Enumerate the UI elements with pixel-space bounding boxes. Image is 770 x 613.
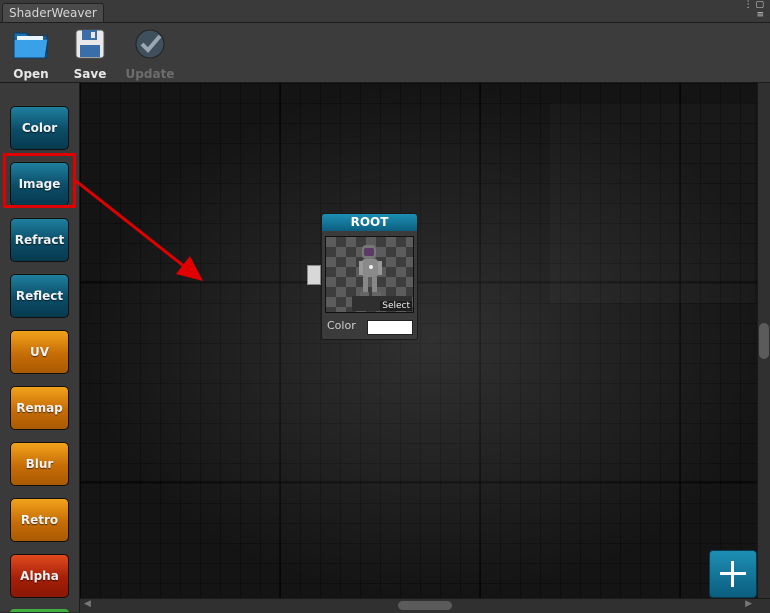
root-node[interactable]: ROOT Select Color <box>321 213 418 340</box>
update-label: Update <box>125 67 175 81</box>
reflect-node-button[interactable]: Reflect <box>10 274 69 318</box>
alpha-node-button[interactable]: Alpha <box>10 554 69 598</box>
window-controls[interactable]: ⋮ ▢ ≡ <box>744 0 764 20</box>
checkmark-icon <box>135 29 165 59</box>
maximize-icon[interactable]: ▢ <box>755 0 764 10</box>
vertical-scrollbar[interactable] <box>757 83 770 598</box>
toolbar: Open Save Update <box>0 23 770 83</box>
uv-node-button[interactable]: UV <box>10 330 69 374</box>
remap-node-button[interactable]: Remap <box>10 386 69 430</box>
blur-node-button[interactable]: Blur <box>10 442 69 486</box>
canvas-overlay-panel <box>550 103 755 303</box>
open-label: Open <box>13 67 49 81</box>
retro-node-button[interactable]: Retro <box>10 498 69 542</box>
plus-icon <box>720 561 746 587</box>
open-button[interactable]: Open <box>3 27 59 81</box>
window-tab-bar: ShaderWeaver ⋮ ▢ ≡ <box>0 0 770 23</box>
save-button[interactable]: Save <box>62 27 118 81</box>
horizontal-scrollbar-thumb[interactable] <box>398 601 452 610</box>
scroll-left-icon[interactable]: ◀ <box>84 599 91 609</box>
window-menu-icon[interactable]: ≡ <box>756 10 764 20</box>
image-button-highlight <box>3 153 76 208</box>
color-node-button[interactable]: Color <box>10 106 69 150</box>
root-node-title: ROOT <box>322 214 417 231</box>
save-label: Save <box>73 67 107 81</box>
horizontal-scrollbar[interactable]: ◀ ▶ <box>80 598 770 613</box>
scroll-right-icon[interactable]: ▶ <box>745 599 752 609</box>
node-graph-canvas[interactable]: ROOT Select Color <box>80 83 757 598</box>
root-color-swatch[interactable] <box>367 320 413 335</box>
update-button[interactable]: Update <box>122 27 178 81</box>
select-texture-button[interactable]: Select <box>380 301 412 311</box>
floppy-disk-icon <box>75 29 105 59</box>
menu-dots-icon[interactable]: ⋮ <box>744 0 753 10</box>
window-tab[interactable]: ShaderWeaver <box>2 3 104 22</box>
root-input-port[interactable] <box>307 265 321 285</box>
refract-node-button[interactable]: Refract <box>10 218 69 262</box>
root-node-texture-preview[interactable]: Select <box>325 236 414 313</box>
root-color-label: Color <box>327 319 356 332</box>
folder-icon <box>13 32 49 59</box>
add-node-button[interactable] <box>709 550 757 598</box>
vertical-scrollbar-thumb[interactable] <box>759 323 769 359</box>
